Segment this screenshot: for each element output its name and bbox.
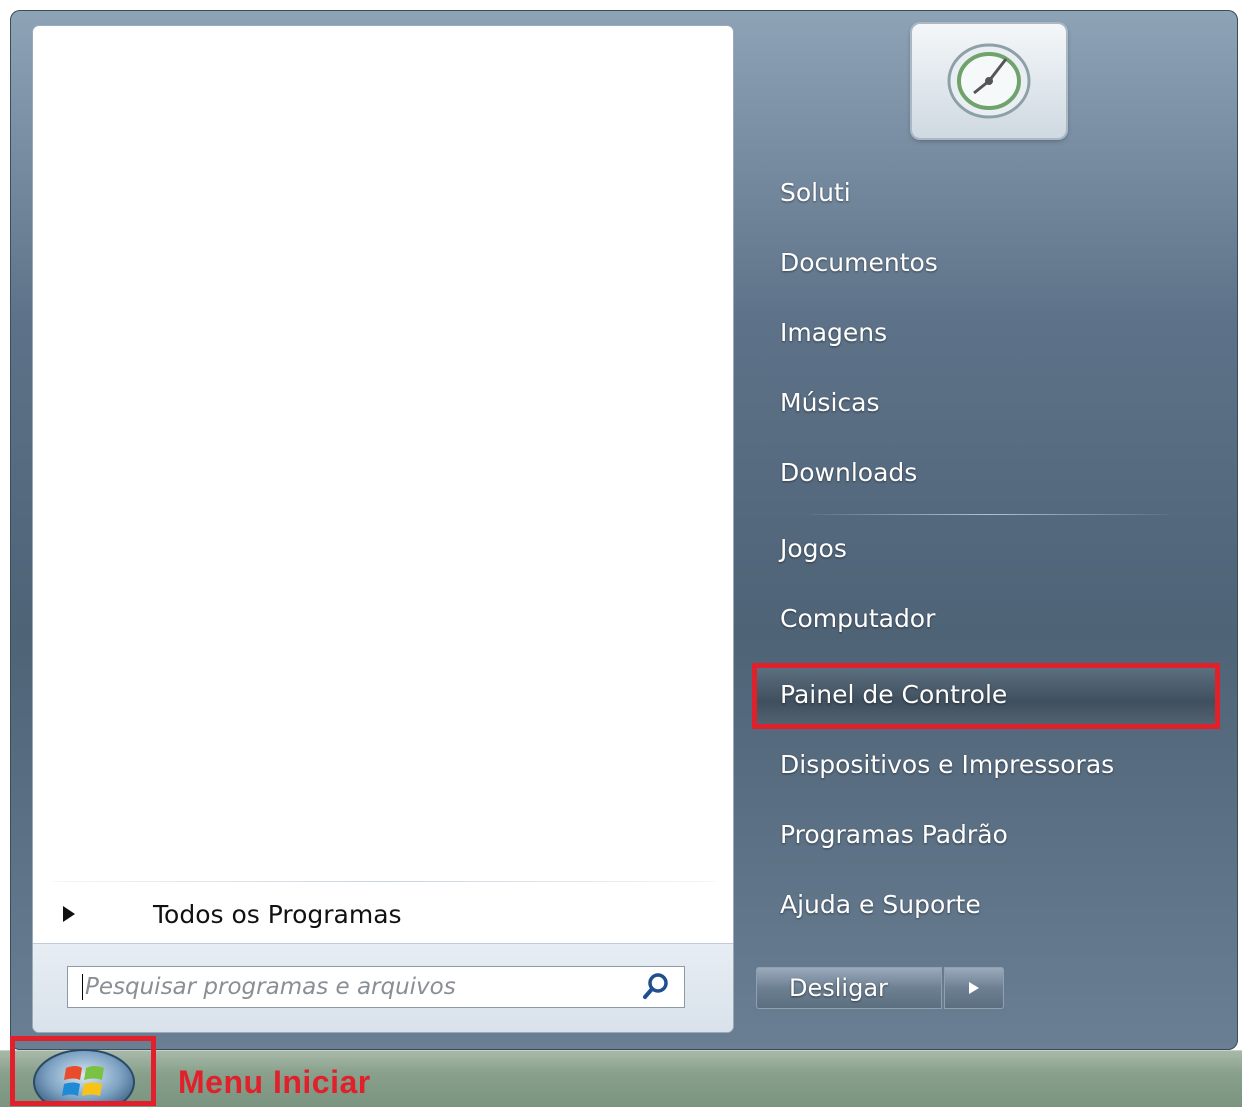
all-programs-button[interactable]: Todos os Programas <box>58 892 698 936</box>
search-icon[interactable] <box>638 969 674 1005</box>
start-menu-left-pane: Todos os Programas <box>33 26 733 1032</box>
menu-item-jogos[interactable]: Jogos <box>780 529 847 569</box>
right-pane-separator <box>810 514 1168 515</box>
search-box[interactable] <box>67 966 685 1008</box>
menu-item-documentos[interactable]: Documentos <box>780 243 938 283</box>
menu-item-ajuda-e-suporte[interactable]: Ajuda e Suporte <box>780 885 981 925</box>
search-area <box>33 943 733 1032</box>
menu-item-soluti[interactable]: Soluti <box>780 173 851 213</box>
all-programs-label: Todos os Programas <box>153 899 402 929</box>
clock-icon <box>947 43 1031 119</box>
search-input[interactable] <box>83 968 638 1006</box>
menu-item-musicas[interactable]: Músicas <box>780 383 879 423</box>
user-picture[interactable] <box>912 24 1066 138</box>
menu-iniciar-label: Menu Iniciar <box>178 1064 371 1100</box>
menu-item-imagens[interactable]: Imagens <box>780 313 887 353</box>
menu-item-painel-de-controle[interactable]: Painel de Controle <box>780 675 1007 715</box>
menu-item-dispositivos-e-impressoras[interactable]: Dispositivos e Impressoras <box>780 745 1114 785</box>
shutdown-options-button[interactable] <box>944 967 1004 1009</box>
start-button-highlight <box>10 1036 156 1106</box>
left-pane-separator <box>53 881 715 882</box>
menu-item-computador[interactable]: Computador <box>780 599 935 639</box>
menu-item-programas-padrao[interactable]: Programas Padrão <box>780 815 1008 855</box>
arrow-right-icon <box>969 982 979 994</box>
shutdown-button[interactable]: Desligar <box>756 967 942 1009</box>
arrow-right-icon <box>63 906 75 922</box>
menu-item-downloads[interactable]: Downloads <box>780 453 917 493</box>
